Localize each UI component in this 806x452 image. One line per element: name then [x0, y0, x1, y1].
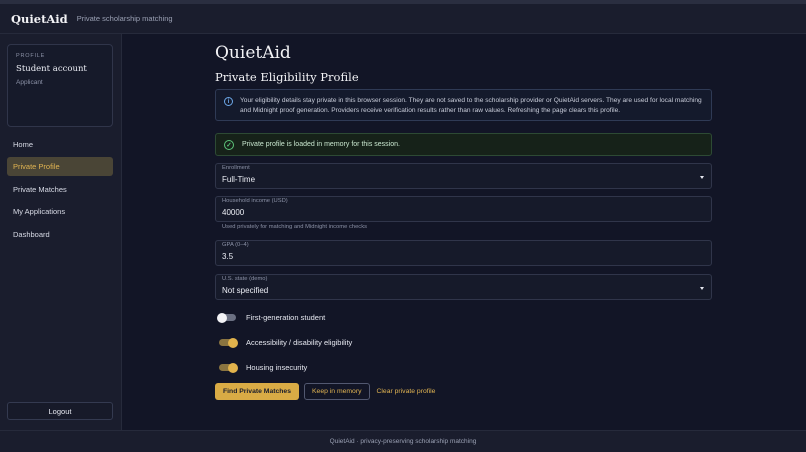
profile-status-banner: ✓ Private profile is loaded in memory fo…	[215, 133, 712, 156]
housing-insecurity-toggle[interactable]	[219, 362, 238, 373]
logout-button[interactable]: Logout	[7, 402, 113, 420]
accessibility-toggle[interactable]	[219, 337, 238, 348]
sidebar-item-home[interactable]: Home	[7, 135, 113, 154]
household-income-field[interactable]: Household income (USD) 40000	[215, 196, 712, 222]
accessibility-toggle-row: Accessibility / disability eligibility	[219, 337, 353, 348]
sidebar: PROFILE Student account Applicant Home P…	[0, 34, 122, 430]
household-income-helper: Used privately for matching and Midnight…	[222, 224, 367, 230]
enrollment-label: Enrollment	[222, 165, 250, 171]
check-circle-icon: ✓	[224, 139, 234, 150]
gpa-label: GPA (0–4)	[222, 242, 249, 248]
enrollment-value: Full-Time	[222, 175, 256, 184]
profile-name: Student account	[16, 64, 87, 74]
privacy-info-text: Your eligibility details stay private in…	[240, 97, 702, 114]
brand-logo[interactable]: QuietAid	[11, 12, 68, 26]
sidebar-item-dashboard[interactable]: Dashboard	[7, 225, 113, 244]
profile-role: Applicant	[16, 79, 43, 86]
accessibility-label: Accessibility / disability eligibility	[246, 338, 353, 347]
first-generation-toggle-row: First-generation student	[217, 312, 326, 323]
household-income-label: Household income (USD)	[222, 198, 288, 204]
household-income-value: 40000	[222, 208, 245, 217]
top-bar: QuietAid Private scholarship matching	[0, 0, 806, 34]
brand-subtitle: Private scholarship matching	[76, 14, 173, 23]
sidebar-item-private-profile[interactable]: Private Profile	[7, 157, 113, 177]
chevron-down-icon	[700, 176, 704, 179]
privacy-info-notice: i Your eligibility details stay private …	[215, 89, 712, 121]
first-generation-toggle[interactable]	[217, 312, 236, 323]
state-select[interactable]: U.S. state (demo) Not specified	[215, 274, 712, 300]
find-private-matches-button[interactable]: Find Private Matches	[215, 383, 299, 400]
housing-insecurity-toggle-row: Housing insecurity	[219, 362, 308, 373]
profile-card: PROFILE Student account Applicant	[7, 44, 113, 127]
sidebar-item-private-matches[interactable]: Private Matches	[7, 180, 113, 199]
sidebar-nav: Home Private Profile Private Matches My …	[7, 135, 113, 247]
action-buttons: Find Private Matches Keep in memory Clea…	[215, 383, 435, 400]
gpa-field[interactable]: GPA (0–4) 3.5	[215, 240, 712, 266]
profile-section-label: PROFILE	[16, 53, 46, 59]
first-generation-label: First-generation student	[246, 313, 326, 322]
gpa-value: 3.5	[222, 252, 234, 261]
chevron-down-icon	[700, 287, 704, 290]
keep-in-memory-button[interactable]: Keep in memory	[304, 383, 370, 400]
state-value: Not specified	[222, 286, 269, 295]
page-title: Private Eligibility Profile	[215, 70, 359, 84]
clear-private-profile-link[interactable]: Clear private profile	[377, 388, 436, 395]
housing-insecurity-label: Housing insecurity	[246, 363, 308, 372]
sidebar-item-my-applications[interactable]: My Applications	[7, 202, 113, 221]
enrollment-select[interactable]: Enrollment Full-Time	[215, 163, 712, 189]
app-title: QuietAid	[215, 43, 291, 63]
state-label: U.S. state (demo)	[222, 276, 268, 282]
profile-status-text: Private profile is loaded in memory for …	[242, 141, 400, 148]
footer: QuietAid · privacy-preserving scholarshi…	[0, 430, 806, 452]
info-icon: i	[224, 97, 233, 106]
